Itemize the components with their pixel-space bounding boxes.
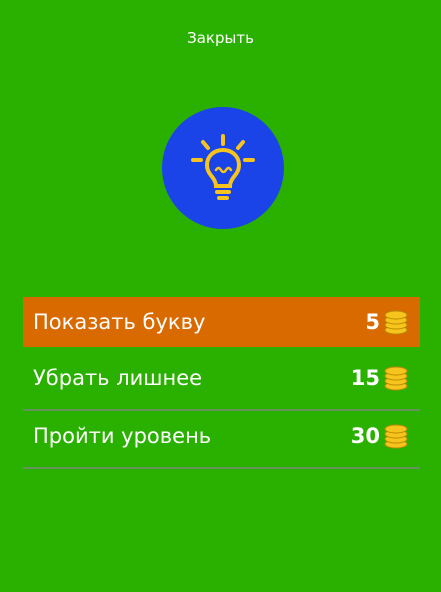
coins-icon (384, 424, 408, 449)
hint-options-list: Показать букву 5 Убрать лишнее 15 Пройти… (23, 297, 420, 469)
option-price: 15 (350, 366, 380, 390)
option-price: 5 (365, 310, 380, 334)
option-cost: 15 (351, 364, 410, 392)
option-price: 30 (350, 424, 380, 448)
option-label: Показать букву (33, 310, 206, 334)
hint-badge (162, 107, 284, 229)
lightbulb-icon (191, 134, 255, 200)
coins-icon (384, 310, 408, 335)
option-remove-extra[interactable]: Убрать лишнее 15 (23, 353, 420, 403)
close-button[interactable]: Закрыть (0, 29, 441, 47)
option-label: Пройти уровень (33, 424, 212, 448)
option-show-letter[interactable]: Показать букву 5 (23, 297, 420, 347)
option-skip-level[interactable]: Пройти уровень 30 (23, 411, 420, 461)
divider (23, 467, 420, 469)
option-cost: 30 (351, 422, 410, 450)
option-label: Убрать лишнее (33, 366, 203, 390)
coins-icon (384, 366, 408, 391)
option-cost: 5 (365, 308, 410, 336)
